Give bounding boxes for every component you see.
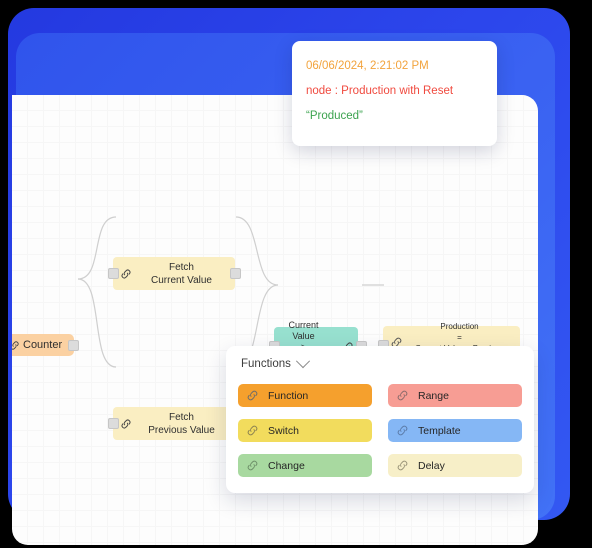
link-icon <box>247 390 258 401</box>
functions-panel-header[interactable]: Functions <box>241 354 522 370</box>
node-fetch-previous-value[interactable]: Fetch Previous Value <box>113 407 235 440</box>
link-icon <box>120 268 132 280</box>
link-icon <box>120 418 132 430</box>
link-icon <box>397 425 408 436</box>
chip-label: Template <box>418 424 461 437</box>
tooltip-payload: “Produced” <box>306 110 363 122</box>
link-icon <box>397 460 408 471</box>
chip-label: Change <box>268 459 305 472</box>
debug-message-tooltip: 06/06/2024, 2:21:02 PM node : Production… <box>292 41 497 146</box>
port-fetch-current-out[interactable] <box>230 268 241 279</box>
tooltip-node-name: node : Production with Reset <box>306 85 454 97</box>
functions-panel-title: Functions <box>241 358 291 370</box>
link-icon <box>247 460 258 471</box>
node-label: Fetch Previous Value <box>148 411 215 436</box>
node-label: Fetch Current Value <box>151 261 212 286</box>
function-chip-template[interactable]: Template <box>388 419 522 442</box>
chip-label: Range <box>418 389 449 402</box>
function-chip-function[interactable]: Function <box>238 384 372 407</box>
port-fetch-current-in[interactable] <box>108 268 119 279</box>
chip-label: Switch <box>268 424 299 437</box>
chip-label: Function <box>268 389 309 402</box>
node-label: Counter <box>23 338 63 351</box>
function-chip-range[interactable]: Range <box>388 384 522 407</box>
app-window: Counter Fetch Current Value Fetch Previo… <box>0 0 592 548</box>
chip-label: Delay <box>418 459 445 472</box>
node-counter[interactable]: Counter <box>12 334 74 356</box>
node-fetch-current-value[interactable]: Fetch Current Value <box>113 257 235 290</box>
functions-chip-grid: Function Range Switch Template Change De… <box>238 384 522 477</box>
link-icon <box>397 390 408 401</box>
port-fetch-previous-in[interactable] <box>108 418 119 429</box>
link-icon <box>12 340 20 351</box>
function-chip-change[interactable]: Change <box>238 454 372 477</box>
tooltip-timestamp: 06/06/2024, 2:21:02 PM <box>306 60 429 72</box>
function-chip-switch[interactable]: Switch <box>238 419 372 442</box>
link-icon <box>247 425 258 436</box>
port-counter-out[interactable] <box>68 340 79 351</box>
functions-panel: Functions Function Range Switch Template… <box>226 346 534 493</box>
function-chip-delay[interactable]: Delay <box>388 454 522 477</box>
chevron-down-icon[interactable] <box>295 354 310 369</box>
